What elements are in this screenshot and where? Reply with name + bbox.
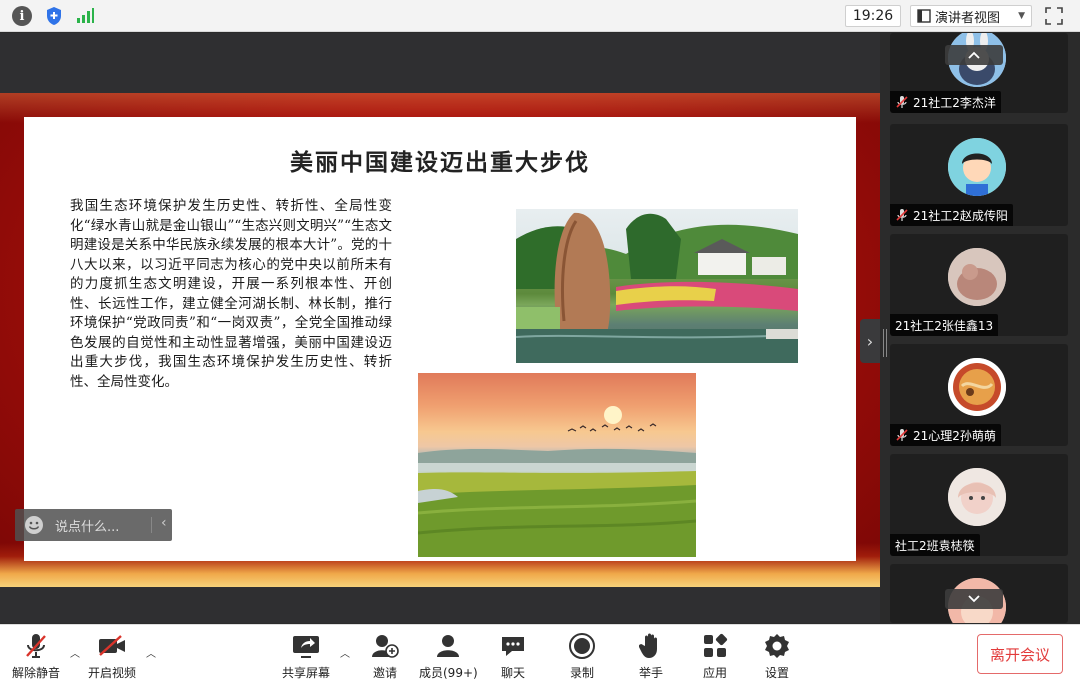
avatar: [948, 358, 1006, 416]
chat-icon: [498, 631, 528, 661]
slide-body-text: 我国生态环境保护发生历史性、转折性、全局性变化“绿水青山就是金山银山”“生态兴则…: [70, 198, 392, 390]
invite-button[interactable]: 邀请: [370, 631, 400, 681]
chat-quick-input[interactable]: 说点什么... ‹: [15, 509, 172, 541]
share-screen-button[interactable]: 共享屏幕: [282, 631, 330, 681]
participant-video-panel: 21社工2李杰洋 21社工2赵成传阳 21社工2张佳鑫13 21心理2孙萌萌 社…: [881, 33, 1080, 623]
toggle-participant-panel-button[interactable]: ›: [860, 319, 880, 363]
panel-resize-handle[interactable]: [881, 33, 889, 623]
photo-sunrise-fields: [418, 373, 696, 557]
share-options-chevron-icon[interactable]: ︿: [340, 645, 352, 660]
participant-tile[interactable]: 21心理2孙萌萌: [890, 344, 1068, 446]
collapse-chat-icon[interactable]: ‹: [161, 515, 167, 531]
participant-tile[interactable]: 21社工2赵成传阳: [890, 124, 1068, 226]
photo-stone-landscape: [516, 209, 798, 363]
participant-name: 21心理2孙萌萌: [890, 424, 1001, 446]
chevron-right-icon: ›: [866, 331, 874, 351]
record-icon: [567, 631, 597, 661]
top-bar: i 19:26 演讲者视图 ▼: [0, 0, 1080, 32]
avatar: [948, 138, 1006, 196]
view-mode-select[interactable]: 演讲者视图 ▼: [910, 5, 1032, 27]
mic-off-icon: [896, 429, 908, 441]
emoji-icon[interactable]: [23, 514, 45, 536]
chevron-down-icon: ▼: [1018, 11, 1025, 21]
avatar: [948, 468, 1006, 526]
gear-icon: [762, 631, 792, 661]
fullscreen-icon[interactable]: [1044, 6, 1064, 26]
shield-icon[interactable]: [44, 6, 64, 26]
scroll-up-button[interactable]: [945, 45, 1003, 65]
shared-screen-area: 美丽中国建设迈出重大步伐 我国生态环境保护发生历史性、转折性、全局性变化“绿水青…: [0, 33, 880, 623]
scroll-down-button[interactable]: [945, 589, 1003, 609]
chat-placeholder: 说点什么...: [55, 519, 120, 535]
signal-icon[interactable]: [75, 6, 95, 26]
members-icon: [433, 631, 463, 661]
participant-tile[interactable]: 21社工2张佳鑫13: [890, 234, 1068, 336]
participant-name: 21社工2赵成传阳: [890, 204, 1013, 226]
slide-title: 美丽中国建设迈出重大步伐: [290, 149, 590, 176]
chat-button[interactable]: 聊天: [498, 631, 528, 681]
participant-name: 21社工2张佳鑫13: [890, 314, 999, 336]
chevron-up-icon: [968, 51, 980, 59]
audio-options-chevron-icon[interactable]: ︿: [70, 645, 82, 660]
add-user-icon: [370, 631, 400, 661]
video-options-chevron-icon[interactable]: ︿: [146, 645, 158, 660]
meeting-toolbar: 解除静音 ︿ 开启视频 ︿ 共享屏幕 ︿ 邀请 成员(99+) 聊天 录制 举手…: [0, 624, 1080, 686]
slide: 美丽中国建设迈出重大步伐 我国生态环境保护发生历史性、转折性、全局性变化“绿水青…: [24, 117, 856, 561]
chevron-down-icon: [968, 595, 980, 603]
share-screen-icon: [291, 631, 321, 661]
apps-button[interactable]: 应用: [700, 631, 730, 681]
avatar: [948, 248, 1006, 306]
mic-off-icon: [21, 631, 51, 661]
start-video-button[interactable]: 开启视频: [88, 631, 136, 681]
unmute-button[interactable]: 解除静音: [12, 631, 60, 681]
participant-name: 21社工2李杰洋: [890, 91, 1001, 113]
leave-meeting-button[interactable]: 离开会议: [977, 634, 1063, 674]
apps-icon: [700, 631, 730, 661]
participant-name: 社工2班袁梽筷: [890, 534, 980, 556]
info-icon[interactable]: i: [12, 6, 32, 26]
hand-icon: [636, 631, 666, 661]
mic-off-icon: [896, 96, 908, 108]
record-button[interactable]: 录制: [567, 631, 597, 681]
participant-tile[interactable]: 社工2班袁梽筷: [890, 454, 1068, 556]
layout-icon: [917, 9, 931, 23]
meeting-clock: 19:26: [845, 5, 901, 27]
raise-hand-button[interactable]: 举手: [636, 631, 666, 681]
mic-off-icon: [896, 209, 908, 221]
camera-off-icon: [97, 631, 127, 661]
view-mode-label: 演讲者视图: [935, 10, 1001, 26]
members-button[interactable]: 成员(99+): [419, 631, 478, 681]
settings-button[interactable]: 设置: [762, 631, 792, 681]
